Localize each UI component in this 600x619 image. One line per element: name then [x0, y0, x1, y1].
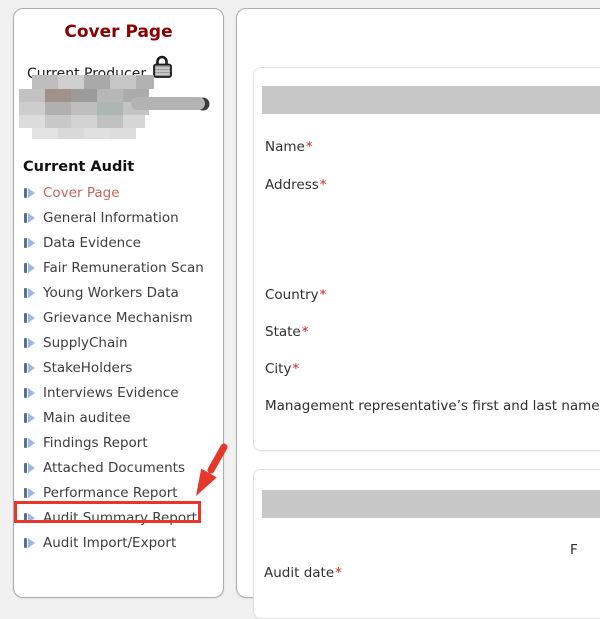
nav-item-label: Audit Import/Export [43, 535, 176, 551]
nav-bullet-icon [24, 363, 35, 373]
nav-bullet-icon [24, 263, 35, 273]
sidebar-item-supplychain[interactable]: SupplyChain [24, 330, 220, 355]
audit-date-field-label: Audit date* [264, 565, 342, 581]
sidebar-item-cover-page[interactable]: Cover Page [24, 180, 220, 205]
redacted-producer-image [19, 75, 215, 145]
section-header-bar [262, 490, 600, 518]
partial-clipped-label: F [570, 542, 578, 558]
sidebar-item-young-workers-data[interactable]: Young Workers Data [24, 280, 220, 305]
required-asterisk: * [292, 361, 299, 377]
producer-details-section: Name* Address* Country* State* City* Man… [253, 67, 600, 451]
nav-item-label: Performance Report [43, 485, 178, 501]
current-audit-heading: Current Audit [23, 159, 134, 175]
audit-details-section: F Audit date* [253, 469, 600, 619]
sidebar-item-interviews-evidence[interactable]: Interviews Evidence [24, 380, 220, 405]
required-asterisk: * [306, 139, 313, 155]
sidebar-item-main-auditee[interactable]: Main auditee [24, 405, 220, 430]
main-content-panel: Name* Address* Country* State* City* Man… [236, 8, 600, 598]
sidebar-item-fair-remuneration-scan[interactable]: Fair Remuneration Scan [24, 255, 220, 280]
nav-bullet-icon [24, 238, 35, 248]
red-highlight-box-annotation [14, 501, 201, 523]
nav-item-label: Findings Report [43, 435, 148, 451]
nav-item-label: StakeHolders [43, 360, 132, 376]
nav-item-label: SupplyChain [43, 335, 128, 351]
country-field-label: Country* [265, 287, 326, 303]
nav-item-label: Data Evidence [43, 235, 141, 251]
sidebar-title: Cover Page [14, 22, 223, 42]
required-asterisk: * [320, 177, 327, 193]
sidebar-item-audit-import-export[interactable]: Audit Import/Export [24, 530, 220, 555]
address-field-label: Address* [265, 177, 327, 193]
nav-item-label: Main auditee [43, 410, 131, 426]
nav-bullet-icon [24, 538, 35, 548]
nav-bullet-icon [24, 488, 35, 498]
sidebar-item-general-information[interactable]: General Information [24, 205, 220, 230]
sidebar-item-data-evidence[interactable]: Data Evidence [24, 230, 220, 255]
required-asterisk: * [335, 565, 342, 581]
red-arrow-annotation [183, 443, 229, 505]
nav-item-label: Attached Documents [43, 460, 185, 476]
sidebar-item-stakeholders[interactable]: StakeHolders [24, 355, 220, 380]
nav-item-label: Grievance Mechanism [43, 310, 193, 326]
nav-item-label: Young Workers Data [43, 285, 179, 301]
management-representative-label: Management representative’s first and la… [265, 398, 600, 414]
required-asterisk: * [302, 324, 309, 340]
nav-bullet-icon [24, 313, 35, 323]
nav-bullet-icon [24, 463, 35, 473]
sidebar-item-grievance-mechanism[interactable]: Grievance Mechanism [24, 305, 220, 330]
state-field-label: State* [265, 324, 308, 340]
required-asterisk: * [320, 287, 327, 303]
nav-bullet-icon [24, 438, 35, 448]
nav-item-label: General Information [43, 210, 179, 226]
nav-bullet-icon [24, 188, 35, 198]
city-field-label: City* [265, 361, 299, 377]
section-header-bar [262, 86, 600, 114]
nav-item-label: Fair Remuneration Scan [43, 260, 204, 276]
name-field-label: Name* [265, 139, 313, 155]
nav-bullet-icon [24, 288, 35, 298]
nav-bullet-icon [24, 388, 35, 398]
nav-bullet-icon [24, 213, 35, 223]
nav-item-label: Cover Page [43, 185, 120, 201]
nav-bullet-icon [24, 338, 35, 348]
nav-item-label: Interviews Evidence [43, 385, 179, 401]
nav-bullet-icon [24, 413, 35, 423]
